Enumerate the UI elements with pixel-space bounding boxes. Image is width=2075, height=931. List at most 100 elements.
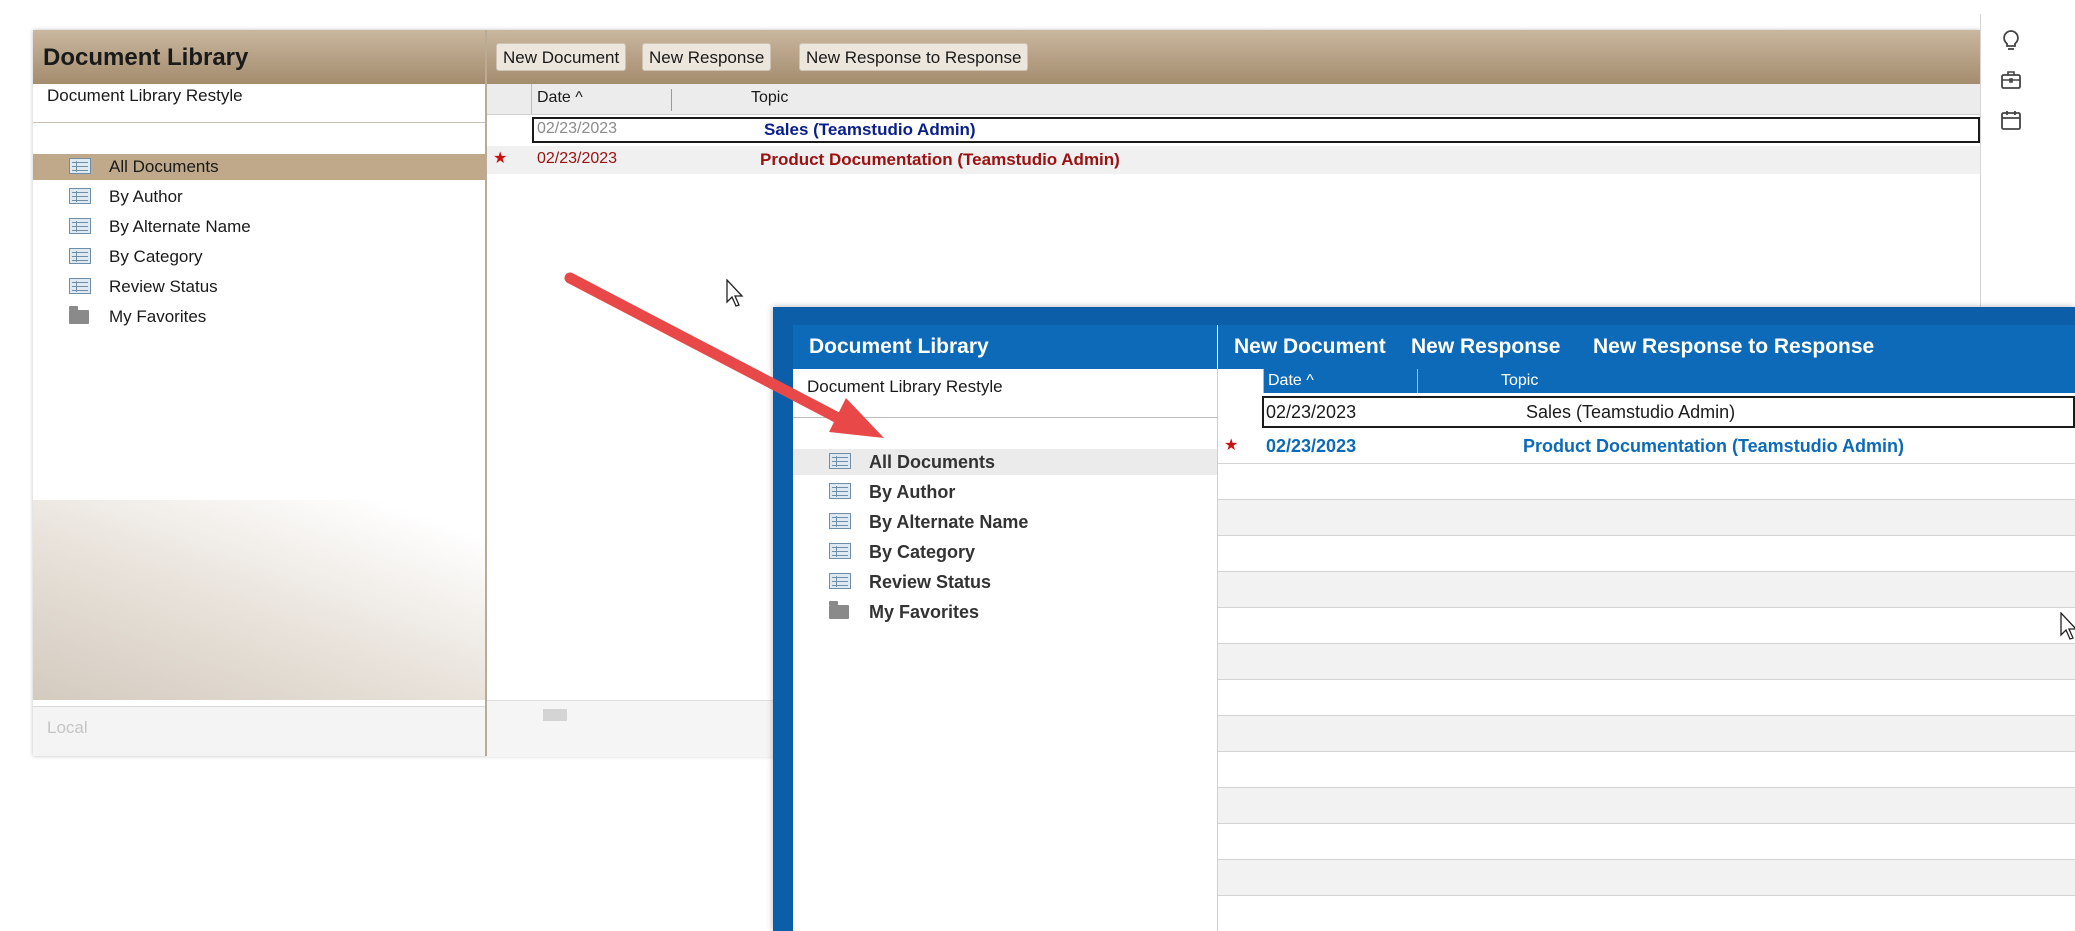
- new-row-date: 02/23/2023: [1266, 436, 1357, 456]
- view-icon: [69, 188, 91, 204]
- new-table-row[interactable]: 02/23/2023 Sales (Teamstudio Admin): [1218, 395, 2075, 429]
- folder-icon: [69, 306, 89, 324]
- old-nav-item-label: By Category: [109, 247, 203, 266]
- new-style-window: Document Library Document Library Restyl…: [773, 307, 2075, 931]
- new-column-divider: [1263, 369, 1264, 393]
- old-new-response-button[interactable]: New Response: [642, 43, 772, 71]
- mouse-cursor-icon: [2060, 612, 2075, 640]
- new-nav-item-label: By Alternate Name: [869, 512, 1029, 532]
- old-column-divider: [671, 89, 672, 111]
- view-icon: [829, 483, 851, 499]
- briefcase-icon[interactable]: [1999, 68, 2023, 92]
- empty-row: [1218, 751, 2075, 787]
- new-column-spacer: [1218, 369, 1263, 393]
- new-nav-item-by-author[interactable]: By Author: [793, 479, 1217, 505]
- old-scroll-thumb[interactable]: [543, 709, 567, 721]
- view-icon: [69, 158, 91, 174]
- empty-row: [1218, 679, 2075, 715]
- new-new-response-to-response-button[interactable]: New Response to Response: [1593, 335, 1874, 359]
- new-nav-item-label: My Favorites: [869, 602, 980, 622]
- old-row-date: 02/23/2023: [537, 120, 618, 137]
- new-row-topic: Sales (Teamstudio Admin): [1526, 402, 1736, 422]
- old-new-response-to-response-button[interactable]: New Response to Response: [799, 43, 1029, 71]
- new-nav-title: Document Library: [809, 335, 989, 358]
- new-column-topic[interactable]: Topic: [1501, 372, 1538, 390]
- new-nav-item-all-documents[interactable]: All Documents: [793, 449, 1217, 475]
- old-nav-footer-label: Local: [47, 718, 88, 737]
- old-action-bar: New Document New Response New Response t…: [487, 30, 1980, 84]
- new-row-topic: Product Documentation (Teamstudio Admin): [1523, 436, 1904, 456]
- new-column-header: Date ^ Topic: [1218, 369, 2075, 393]
- old-nav-divider: [33, 122, 485, 123]
- old-navigator-pane: Document Library Document Library Restyl…: [33, 30, 487, 756]
- old-nav-item-by-author[interactable]: By Author: [33, 184, 485, 210]
- old-table-row[interactable]: 02/23/2023 Sales (Teamstudio Admin): [487, 116, 1980, 144]
- view-icon: [829, 513, 851, 529]
- view-icon: [69, 248, 91, 264]
- new-column-divider: [1417, 369, 1418, 393]
- old-column-divider: [531, 84, 532, 114]
- new-table-row[interactable]: ★ 02/23/2023 Product Documentation (Team…: [1218, 429, 2075, 463]
- new-action-bar: New Document New Response New Response t…: [1218, 325, 2075, 369]
- old-nav-item-my-favorites[interactable]: My Favorites: [33, 304, 485, 330]
- old-table-row[interactable]: ★ 02/23/2023 Product Documentation (Team…: [487, 146, 1980, 174]
- old-nav-item-by-alternate-name[interactable]: By Alternate Name: [33, 214, 485, 240]
- view-icon: [69, 218, 91, 234]
- new-new-response-button[interactable]: New Response: [1411, 335, 1560, 359]
- new-navigator-pane: Document Library Restyle All Documents B…: [793, 369, 1218, 931]
- new-nav-item-label: All Documents: [869, 452, 996, 472]
- old-nav-subtitle: Document Library Restyle: [47, 86, 243, 105]
- empty-row: [1218, 823, 2075, 859]
- old-nav-item-label: By Alternate Name: [109, 217, 251, 236]
- new-nav-subtitle: Document Library Restyle: [807, 377, 1003, 396]
- new-column-date[interactable]: Date ^: [1268, 372, 1314, 390]
- old-row-date: 02/23/2023: [537, 150, 618, 167]
- old-nav-title: Document Library: [43, 44, 249, 71]
- old-nav-item-label: By Author: [109, 187, 183, 206]
- empty-row: [1218, 715, 2075, 751]
- new-nav-divider: [793, 417, 1217, 418]
- old-nav-item-all-documents[interactable]: All Documents: [33, 154, 485, 180]
- old-nav-item-label: My Favorites: [109, 307, 207, 326]
- old-nav-item-label: Review Status: [109, 277, 218, 296]
- new-row-date: 02/23/2023: [1266, 402, 1357, 422]
- new-nav-header: Document Library: [793, 325, 1217, 369]
- new-nav-item-my-favorites[interactable]: My Favorites: [793, 599, 1217, 625]
- new-nav-item-by-alternate-name[interactable]: By Alternate Name: [793, 509, 1217, 535]
- new-nav-item-label: By Author: [869, 482, 956, 502]
- old-nav-item-by-category[interactable]: By Category: [33, 244, 485, 270]
- folder-icon: [829, 601, 849, 619]
- new-nav-item-label: Review Status: [869, 572, 992, 592]
- new-nav-item-by-category[interactable]: By Category: [793, 539, 1217, 565]
- empty-row: [1218, 535, 2075, 571]
- new-nav-item-label: By Category: [869, 542, 976, 562]
- old-nav-footer: Local: [33, 706, 485, 756]
- view-icon: [829, 453, 851, 469]
- old-column-topic[interactable]: Topic: [751, 89, 788, 107]
- view-icon: [69, 278, 91, 294]
- old-column-date[interactable]: Date ^: [537, 89, 583, 107]
- old-column-header: Date ^ Topic: [487, 84, 1980, 115]
- new-new-document-button[interactable]: New Document: [1234, 335, 1386, 359]
- empty-row: [1218, 607, 2075, 643]
- empty-row: [1218, 499, 2075, 535]
- calendar-icon[interactable]: [1999, 108, 2023, 132]
- view-icon: [829, 543, 851, 559]
- new-top-bar: [773, 307, 2075, 325]
- old-nav-item-review-status[interactable]: Review Status: [33, 274, 485, 300]
- old-new-document-button[interactable]: New Document: [496, 43, 627, 71]
- new-nav-item-review-status[interactable]: Review Status: [793, 569, 1217, 595]
- old-row-topic: Sales (Teamstudio Admin): [764, 120, 976, 139]
- old-row-topic: Product Documentation (Teamstudio Admin): [760, 150, 1120, 169]
- empty-row: [1218, 895, 2075, 931]
- new-left-strip: [773, 307, 793, 931]
- unread-star-icon: ★: [1224, 437, 1239, 454]
- old-nav-header: Document Library: [33, 30, 485, 84]
- old-nav-background-image: [33, 500, 485, 700]
- lightbulb-icon[interactable]: [1999, 28, 2023, 52]
- old-nav-item-label: All Documents: [109, 157, 219, 176]
- empty-row: [1218, 571, 2075, 607]
- empty-row: [1218, 787, 2075, 823]
- empty-row: [1218, 463, 2075, 499]
- empty-row: [1218, 643, 2075, 679]
